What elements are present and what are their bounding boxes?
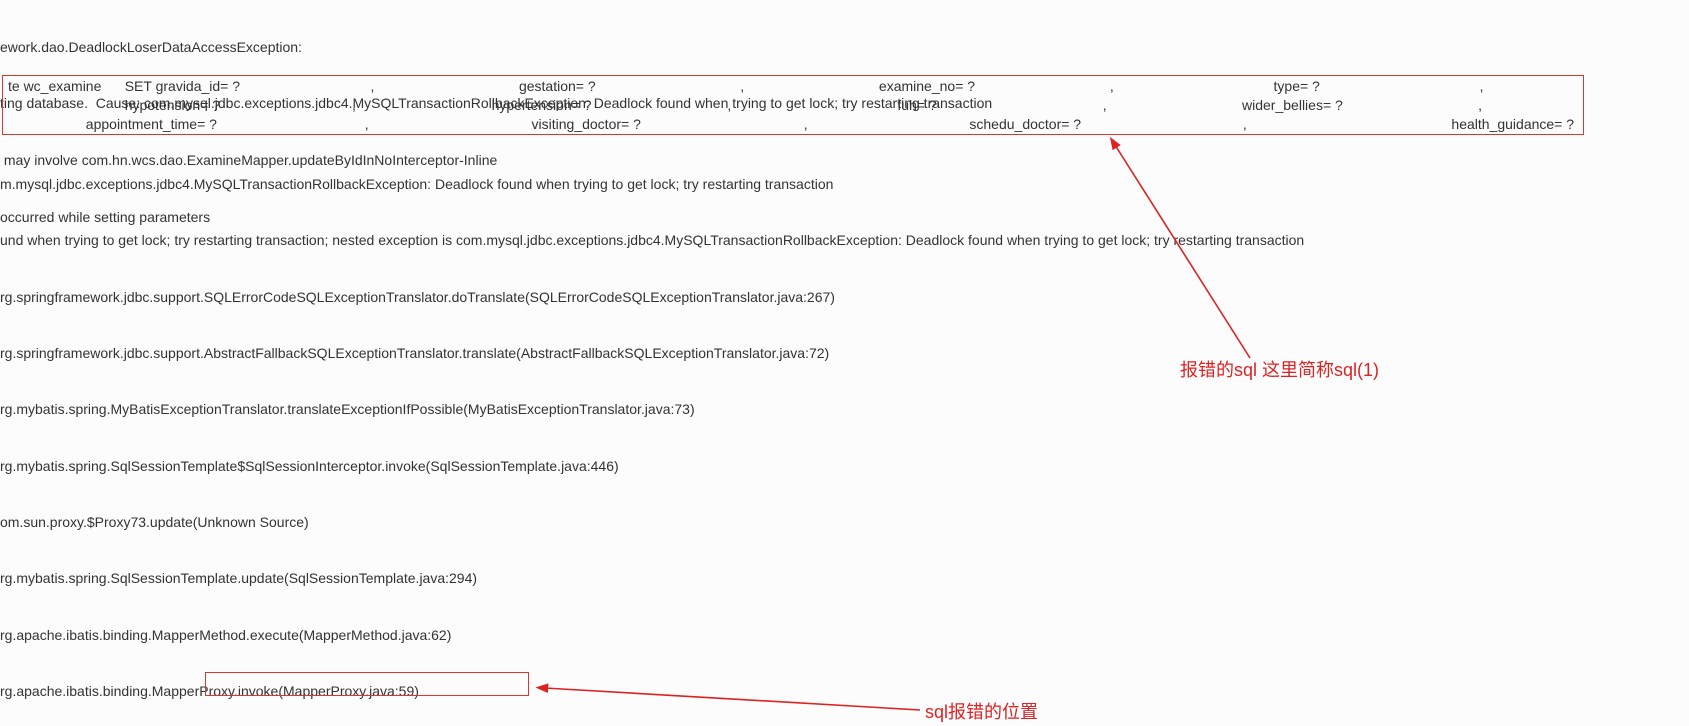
stack-line: rg.springframework.jdbc.support.Abstract…: [0, 344, 1689, 363]
sql-sep: ,: [1386, 96, 1574, 115]
stack-line: rg.mybatis.spring.SqlSessionTemplate$Sql…: [0, 457, 1689, 476]
sql-cell: fuh= ?: [823, 96, 1011, 115]
sql-sep: ,: [696, 115, 916, 134]
stack-line: rg.springframework.jdbc.support.SQLError…: [0, 288, 1689, 307]
intro-line: ework.dao.DeadlockLoserDataAccessExcepti…: [0, 38, 992, 57]
stack-line: und when trying to get lock; try restart…: [0, 231, 1689, 250]
sql-cell: hypotension= ?: [8, 96, 260, 115]
sql-sep: ,: [650, 77, 835, 96]
sql-sep: ,: [257, 115, 477, 134]
sql-sep: ,: [1019, 77, 1204, 96]
stack-line: rg.mybatis.spring.MyBatisExceptionTransl…: [0, 400, 1689, 419]
stack-line: rg.mybatis.spring.SqlSessionTemplate.upd…: [0, 569, 1689, 588]
sql-cell: type= ?: [1204, 77, 1389, 96]
log-screenshot: { "intro": [ "ework.dao.DeadlockLoserDat…: [0, 0, 1689, 726]
sql-grid: te wc_examine SET gravida_id= ? , gestat…: [0, 77, 1582, 134]
sql-sep: ,: [280, 77, 465, 96]
sql-cell: examine_no= ?: [835, 77, 1020, 96]
sql-sep: ,: [260, 96, 448, 115]
sql-sep: ,: [635, 96, 823, 115]
sql-sep: ,: [1011, 96, 1199, 115]
annotation-top: 报错的sql 这里简称sql(1): [1180, 358, 1379, 382]
sql-cell: te wc_examine SET gravida_id= ?: [8, 77, 280, 96]
stack-trace: m.mysql.jdbc.exceptions.jdbc4.MySQLTrans…: [0, 137, 1689, 726]
stack-line: m.mysql.jdbc.exceptions.jdbc4.MySQLTrans…: [0, 175, 1689, 194]
sql-cell: wider_bellies= ?: [1199, 96, 1387, 115]
sql-cell: appointment_time= ?: [8, 115, 257, 134]
sql-cell: visiting_doctor= ?: [476, 115, 696, 134]
sql-sep: ,: [1135, 115, 1355, 134]
sql-cell: hypertension= ?: [448, 96, 636, 115]
sql-cell: gestation= ?: [465, 77, 650, 96]
annotation-bottom: sql报错的位置: [925, 700, 1038, 724]
stack-line: om.sun.proxy.$Proxy73.update(Unknown Sou…: [0, 513, 1689, 532]
sql-cell: schedu_doctor= ?: [915, 115, 1135, 134]
sql-cell: health_guidance= ?: [1355, 115, 1575, 134]
stack-line: rg.apache.ibatis.binding.MapperProxy.inv…: [0, 682, 1689, 701]
sql-sep: ,: [1389, 77, 1574, 96]
stack-line: rg.apache.ibatis.binding.MapperMethod.ex…: [0, 626, 1689, 645]
